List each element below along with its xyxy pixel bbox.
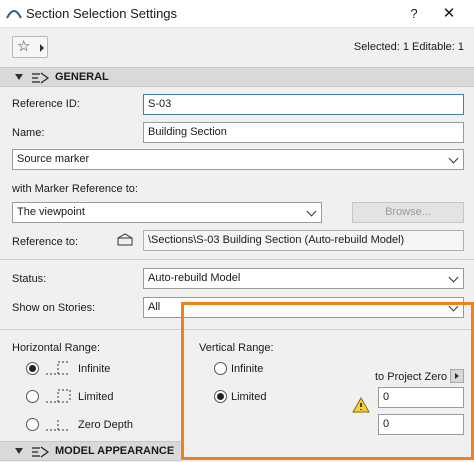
- marker-type-value: Source marker: [17, 153, 90, 165]
- close-button[interactable]: ✕: [438, 4, 460, 24]
- help-button[interactable]: ?: [404, 4, 424, 24]
- horizontal-range-label: Horizontal Range:: [12, 342, 101, 354]
- model-appearance-header-label: MODEL APPEARANCE: [55, 445, 175, 457]
- star-icon: ☆: [17, 38, 31, 55]
- vertical-bottom-value-field[interactable]: 0: [378, 414, 464, 435]
- divider: [0, 259, 474, 260]
- browse-button[interactable]: Browse...: [352, 202, 464, 223]
- collapse-caret-icon: [15, 74, 23, 80]
- chevron-down-icon: [448, 272, 459, 283]
- vertical-limited-label: Limited: [231, 391, 267, 403]
- horizontal-limited-label: Limited: [78, 391, 114, 403]
- status-label: Status:: [12, 273, 47, 285]
- show-on-stories-label: Show on Stories:: [12, 302, 96, 314]
- model-appearance-icon: [32, 446, 49, 458]
- horizontal-zero-depth-radio[interactable]: [26, 418, 39, 431]
- vertical-limited-radio[interactable]: [214, 390, 227, 403]
- vertical-infinite-radio[interactable]: [214, 362, 227, 375]
- horizontal-zero-depth-label: Zero Depth: [78, 419, 134, 431]
- reference-to-label: Reference to:: [12, 236, 79, 248]
- window-title: Section Selection Settings: [26, 6, 178, 21]
- marker-reference-dropdown[interactable]: The viewpoint: [12, 202, 322, 223]
- model-appearance-section-header[interactable]: MODEL APPEARANCE: [0, 441, 181, 461]
- reference-id-field[interactable]: S-03: [143, 94, 464, 115]
- horizontal-limited-radio[interactable]: [26, 390, 39, 403]
- infinite-range-icon: [46, 361, 70, 375]
- vertical-infinite-label: Infinite: [231, 363, 264, 375]
- marker-reference-label: with Marker Reference to:: [12, 183, 138, 195]
- horizontal-infinite-label: Infinite: [78, 363, 111, 375]
- reference-to-field: \Sections\S-03 Building Section (Auto-re…: [143, 230, 464, 251]
- to-project-zero-label: to Project Zero: [375, 371, 448, 383]
- name-label: Name:: [12, 127, 45, 139]
- name-field[interactable]: Building Section: [143, 122, 464, 143]
- marker-reference-value: The viewpoint: [17, 206, 85, 218]
- selection-count: Selected: 1 Editable: 1: [353, 41, 464, 53]
- collapse-caret-icon: [15, 448, 23, 454]
- chevron-down-icon: [306, 206, 317, 217]
- general-header-label: GENERAL: [55, 71, 109, 83]
- project-zero-menu-button[interactable]: [450, 369, 464, 383]
- limited-range-icon: [46, 389, 71, 403]
- app-logo-icon: [6, 10, 22, 19]
- title-bar: Section Selection Settings ? ✕: [0, 0, 474, 28]
- horizontal-infinite-radio[interactable]: [26, 362, 39, 375]
- reference-id-label: Reference ID:: [12, 98, 80, 110]
- status-value: Auto-rebuild Model: [148, 272, 241, 284]
- marker-type-dropdown[interactable]: Source marker: [12, 149, 464, 170]
- vertical-range-label: Vertical Range:: [199, 342, 274, 354]
- general-section-header[interactable]: GENERAL: [0, 67, 474, 87]
- chevron-down-icon: [448, 153, 459, 164]
- arrow-right-icon: [455, 373, 459, 379]
- favorites-button[interactable]: ☆: [12, 36, 48, 58]
- vertical-top-value-field[interactable]: 0: [378, 387, 464, 408]
- zero-depth-icon: [46, 418, 70, 431]
- arrow-right-icon: [40, 44, 44, 52]
- warning-icon: [352, 397, 370, 413]
- section-tool-icon: [32, 72, 49, 84]
- status-dropdown[interactable]: Auto-rebuild Model: [143, 268, 464, 289]
- folder-icon: [117, 233, 133, 246]
- show-on-stories-value: All: [148, 301, 161, 313]
